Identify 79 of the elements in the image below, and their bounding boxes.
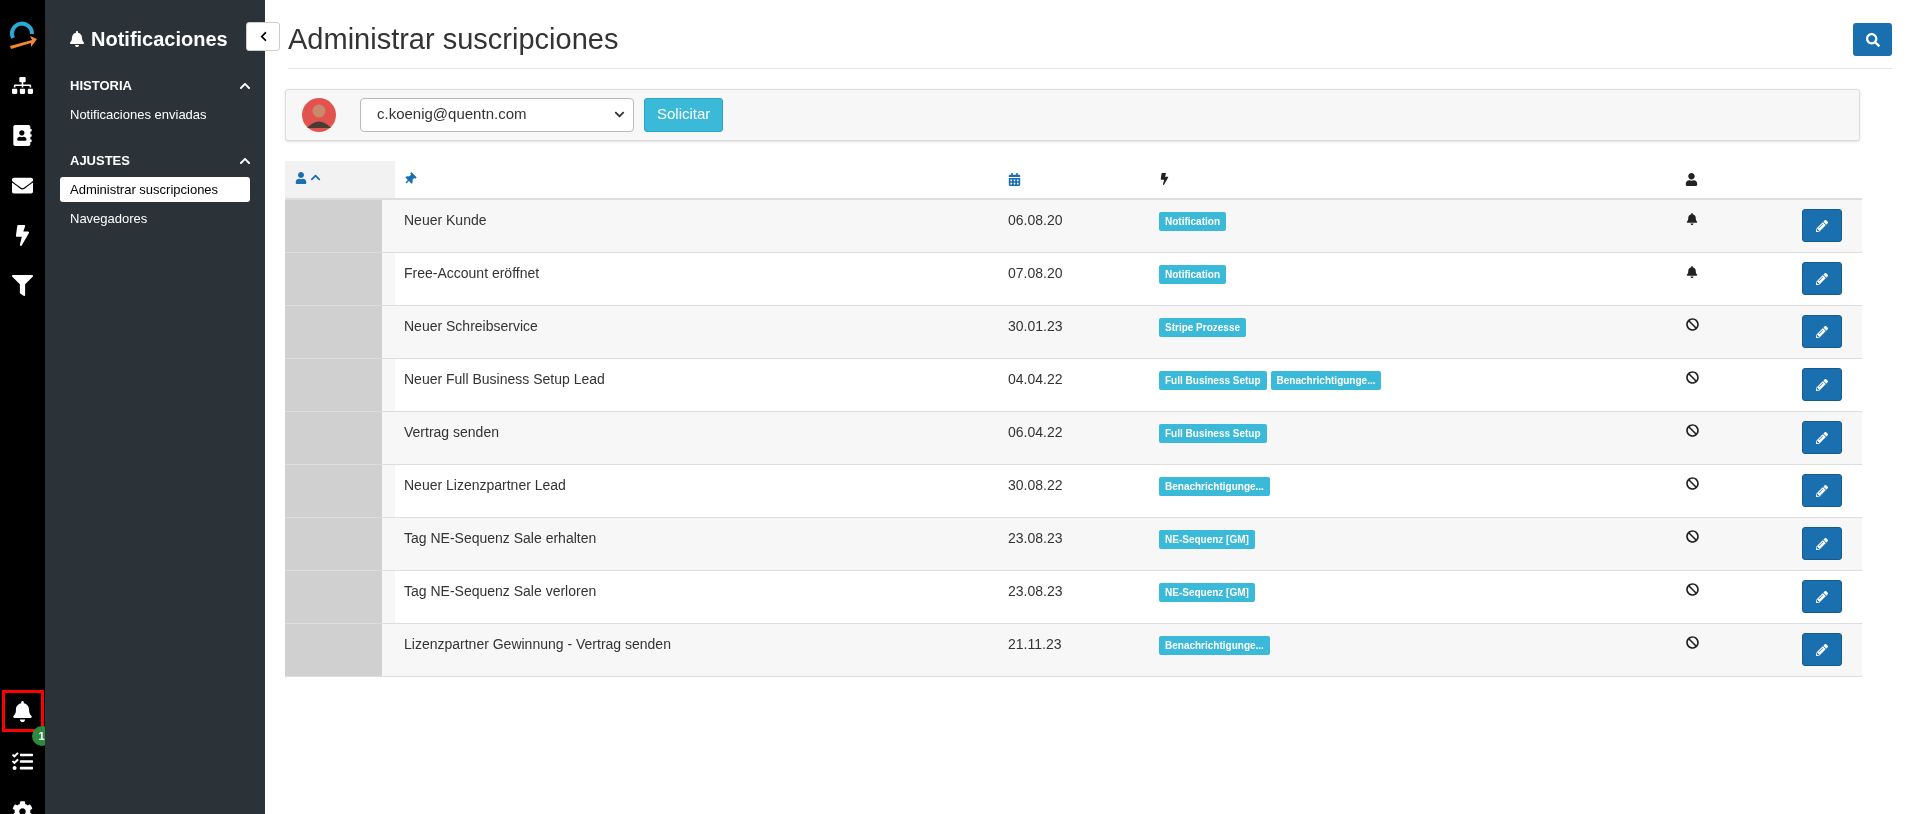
sidebar-item[interactable]: Administrar suscripciones — [60, 176, 250, 202]
bell-icon — [1686, 212, 1698, 225]
tag: Notification — [1159, 211, 1226, 231]
subscription-name: Vertrag senden — [404, 423, 499, 440]
collapse-button[interactable] — [246, 22, 280, 51]
date-text: 30.01.23 — [1008, 317, 1063, 334]
bell-icon — [12, 700, 33, 722]
date-text: 04.04.22 — [1008, 370, 1063, 387]
checklist-icon — [12, 750, 33, 772]
pencil-icon — [1816, 431, 1828, 444]
logo-icon — [7, 20, 38, 50]
pencil-icon — [1816, 272, 1828, 285]
subscription-name: Neuer Kunde — [404, 211, 487, 228]
date-text: 06.08.20 — [1008, 211, 1063, 228]
pencil-icon — [1816, 378, 1828, 391]
pencil-icon — [1816, 643, 1828, 656]
pencil-icon — [1816, 484, 1828, 497]
tag: Benachrichtigunge... — [1159, 476, 1270, 496]
funnel-icon — [12, 274, 33, 296]
blocked-icon — [1686, 582, 1699, 596]
search-button[interactable] — [1853, 23, 1892, 57]
bell-icon — [69, 31, 85, 47]
edit-button[interactable] — [1802, 474, 1842, 507]
date-text: 23.08.23 — [1008, 529, 1063, 546]
blocked-icon — [1686, 635, 1699, 649]
date-text: 07.08.20 — [1008, 264, 1063, 281]
subscription-name: Lizenzpartner Gewinnung - Vertrag senden — [404, 635, 671, 652]
section-header[interactable]: AJUSTES — [45, 151, 265, 171]
pencil-icon — [1816, 537, 1828, 550]
sidebar-item[interactable]: Navegadores — [60, 206, 250, 232]
pencil-icon — [1816, 325, 1828, 338]
date-text: 21.11.23 — [1008, 635, 1062, 652]
edit-button[interactable] — [1802, 527, 1842, 560]
edit-button[interactable] — [1802, 580, 1842, 613]
tag: Notification — [1159, 264, 1226, 284]
edit-button[interactable] — [1802, 209, 1842, 242]
date-text: 23.08.23 — [1008, 582, 1063, 599]
blocked-icon — [1686, 370, 1699, 384]
user-icon — [295, 171, 307, 184]
page-title: Administrar suscripciones — [288, 22, 619, 57]
tag: NE-Sequenz [GM] — [1159, 582, 1255, 602]
blocked-icon — [1686, 476, 1699, 490]
tag: Full Business Setup — [1159, 423, 1267, 443]
user-icon — [1685, 172, 1698, 186]
subscription-name: Neuer Lizenzpartner Lead — [404, 476, 566, 493]
section-header[interactable]: HISTORIA — [45, 76, 265, 96]
tag: Full Business Setup — [1159, 370, 1267, 390]
edit-button[interactable] — [1802, 262, 1842, 295]
tag: Stripe Prozesse — [1159, 317, 1247, 337]
lightning-icon — [1159, 173, 1170, 185]
bell-icon — [1686, 265, 1698, 278]
contact-book-icon — [12, 124, 33, 146]
subscription-name: Free-Account eröffnet — [404, 264, 540, 281]
edit-button[interactable] — [1802, 315, 1842, 348]
flowchart-icon — [12, 74, 33, 96]
tag: Benachrichtigunge... — [1270, 370, 1382, 390]
blocked-icon — [1686, 423, 1699, 437]
subscription-name: Tag NE-Sequenz Sale verloren — [404, 582, 597, 599]
subscription-name: Neuer Full Business Setup Lead — [404, 370, 605, 387]
sort-ascending-icon[interactable] — [310, 172, 321, 183]
blocked-icon — [1686, 529, 1699, 543]
subscription-name: Neuer Schreibservice — [404, 317, 538, 334]
pencil-icon — [1816, 590, 1828, 603]
edit-button[interactable] — [1802, 421, 1842, 454]
edit-button[interactable] — [1802, 633, 1842, 666]
user-select[interactable]: c.koenig@quentn.com — [360, 97, 634, 132]
search-icon — [1865, 32, 1880, 47]
avatar-icon — [302, 97, 336, 132]
chevron-down-icon — [614, 109, 625, 120]
subscription-name: Tag NE-Sequenz Sale erhalten — [404, 529, 597, 546]
edit-button[interactable] — [1802, 368, 1842, 401]
date-text: 06.04.22 — [1008, 423, 1063, 440]
calendar-icon — [1008, 172, 1021, 186]
date-text: 30.08.22 — [1008, 476, 1063, 493]
blocked-icon — [1686, 317, 1699, 331]
tag: Benachrichtigunge... — [1159, 635, 1270, 655]
tag: NE-Sequenz [GM] — [1159, 529, 1255, 549]
pencil-icon — [1816, 219, 1828, 232]
sidebar-item[interactable]: Notificaciones enviadas — [60, 101, 250, 127]
